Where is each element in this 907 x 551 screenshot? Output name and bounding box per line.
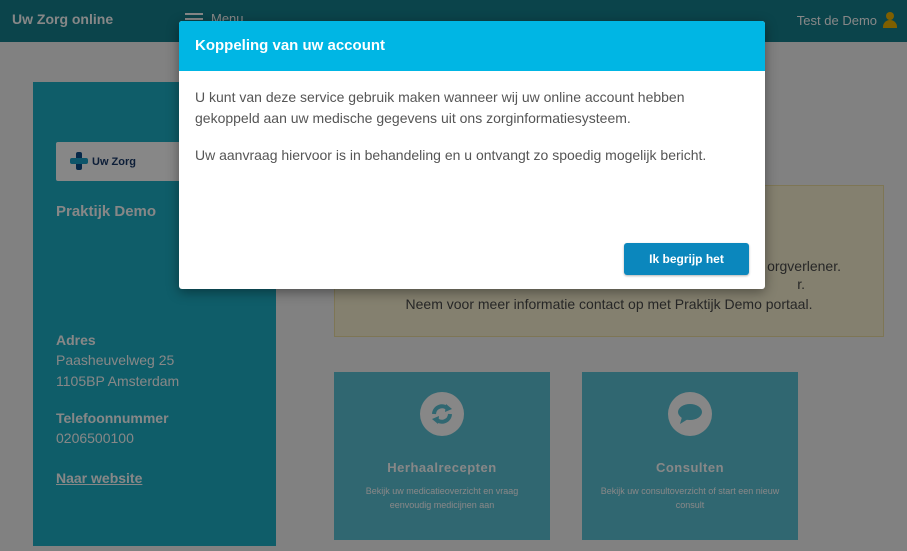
dialog-paragraph-1: U kunt van deze service gebruik maken wa…	[195, 89, 685, 126]
account-link-dialog: Koppeling van uw account U kunt van deze…	[179, 21, 765, 289]
dialog-paragraph-2: Uw aanvraag hiervoor is in behandeling e…	[195, 147, 707, 163]
dialog-body: U kunt van deze service gebruik maken wa…	[179, 71, 765, 166]
understand-button[interactable]: Ik begrijp het	[624, 243, 749, 275]
dialog-title: Koppeling van uw account	[179, 21, 765, 71]
